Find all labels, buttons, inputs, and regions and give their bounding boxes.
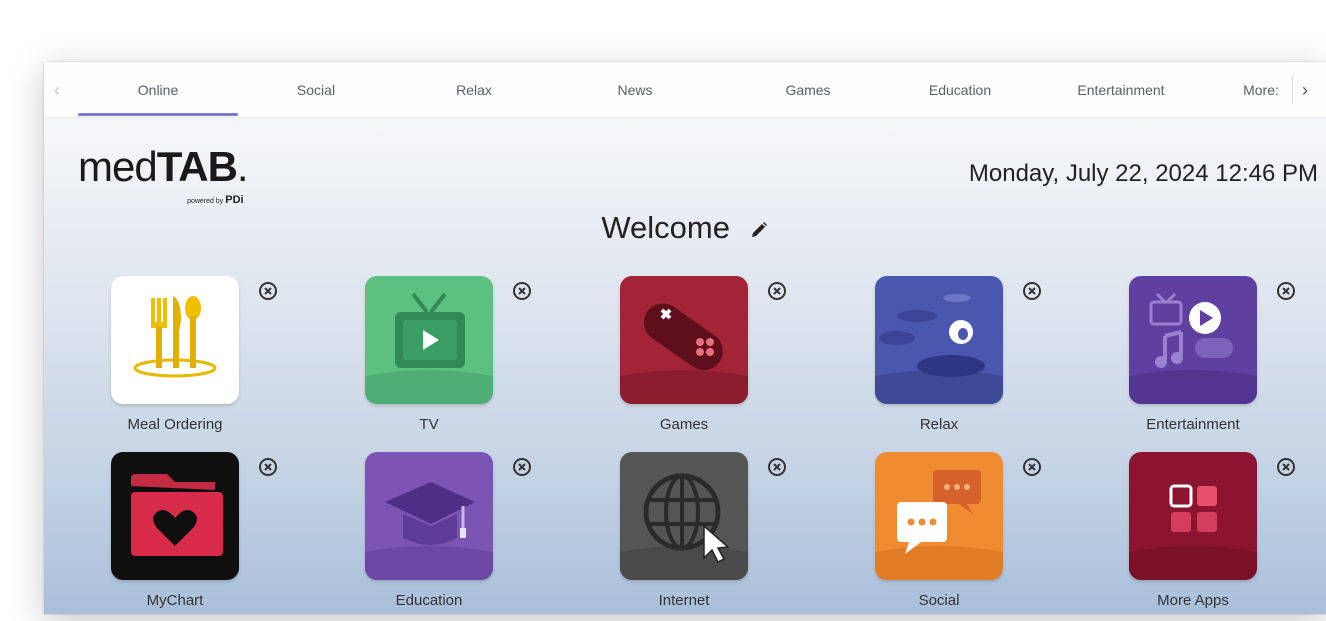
logo-brand-bold: TAB xyxy=(156,143,238,190)
category-tab-bar: ‹ Online Social Relax News Games Educati… xyxy=(44,62,1326,118)
app-label: Meal Ordering xyxy=(127,416,223,433)
entertainment-icon xyxy=(1129,276,1257,404)
app-label: Games xyxy=(659,416,709,433)
tab-online[interactable]: Online xyxy=(78,62,238,118)
close-icon[interactable] xyxy=(1275,280,1297,302)
tab-entertainment[interactable]: Entertainment xyxy=(1048,62,1194,118)
logo-partner: PDi xyxy=(225,194,244,206)
tab-divider xyxy=(1292,76,1293,104)
logo-powered-by: powered by xyxy=(187,198,224,205)
app-window: ‹ Online Social Relax News Games Educati… xyxy=(44,62,1326,614)
social-tile[interactable] xyxy=(875,452,1003,580)
app-education[interactable]: Education xyxy=(334,452,531,614)
app-mychart[interactable]: MyChart xyxy=(80,452,277,614)
chevron-left-icon[interactable]: ‹ xyxy=(54,80,60,101)
close-icon[interactable] xyxy=(766,456,788,478)
entertainment-tile[interactable] xyxy=(1129,276,1257,404)
gamepad-icon xyxy=(620,276,748,404)
app-games[interactable]: Games xyxy=(589,276,786,452)
tv-icon xyxy=(365,276,493,404)
apps-grid-icon xyxy=(1129,452,1257,580)
chevron-right-icon[interactable]: › xyxy=(1302,80,1308,101)
mychart-tile[interactable] xyxy=(111,452,239,580)
pencil-icon[interactable] xyxy=(749,220,769,240)
welcome-text: Welcome xyxy=(601,210,730,245)
app-label: MyChart xyxy=(146,592,204,609)
tab-games[interactable]: Games xyxy=(758,62,858,118)
tab-relax[interactable]: Relax xyxy=(424,62,524,118)
globe-icon xyxy=(620,452,748,580)
more-apps-tile[interactable] xyxy=(1129,452,1257,580)
close-icon[interactable] xyxy=(1275,456,1297,478)
tab-social[interactable]: Social xyxy=(266,62,366,118)
logo-brand-light: med xyxy=(78,143,158,190)
app-label: Internet xyxy=(658,592,710,609)
app-meal-ordering[interactable]: Meal Ordering xyxy=(80,276,277,452)
app-tv[interactable]: TV xyxy=(334,276,531,452)
close-icon[interactable] xyxy=(511,280,533,302)
meal-ordering-tile[interactable] xyxy=(111,276,239,404)
app-entertainment[interactable]: Entertainment xyxy=(1098,276,1295,452)
internet-tile[interactable] xyxy=(620,452,748,580)
cutlery-icon xyxy=(111,276,239,404)
relax-tile[interactable] xyxy=(875,276,1003,404)
app-label: Social xyxy=(918,592,960,609)
app-social[interactable]: Social xyxy=(844,452,1041,614)
relax-stones-icon xyxy=(875,276,1003,404)
tab-education[interactable]: Education xyxy=(898,62,1022,118)
app-label: TV xyxy=(419,416,439,433)
app-label: Relax xyxy=(919,416,959,433)
education-tile[interactable] xyxy=(365,452,493,580)
app-label: Entertainment xyxy=(1146,416,1240,433)
graduation-cap-icon xyxy=(365,452,493,580)
app-more-apps[interactable]: More Apps xyxy=(1098,452,1295,614)
app-relax[interactable]: Relax xyxy=(844,276,1041,452)
tab-more[interactable]: More: xyxy=(1230,62,1292,118)
close-icon[interactable] xyxy=(257,280,279,302)
app-internet[interactable]: Internet xyxy=(589,452,786,614)
tv-tile[interactable] xyxy=(365,276,493,404)
close-icon[interactable] xyxy=(1021,456,1043,478)
close-icon[interactable] xyxy=(1021,280,1043,302)
date-time: Monday, July 22, 2024 12:46 PM xyxy=(968,160,1318,187)
chat-bubbles-icon xyxy=(875,452,1003,580)
close-icon[interactable] xyxy=(257,456,279,478)
logo-dot: . xyxy=(236,143,249,190)
medtab-logo: medTAB. powered by PDi xyxy=(78,143,249,207)
app-label: Education xyxy=(395,592,463,609)
welcome-heading: Welcome xyxy=(44,210,1326,246)
close-icon[interactable] xyxy=(511,456,533,478)
close-icon[interactable] xyxy=(766,280,788,302)
tab-news[interactable]: News xyxy=(585,62,685,118)
folder-heart-icon xyxy=(111,452,239,580)
games-tile[interactable] xyxy=(620,276,748,404)
app-label: More Apps xyxy=(1157,592,1229,609)
